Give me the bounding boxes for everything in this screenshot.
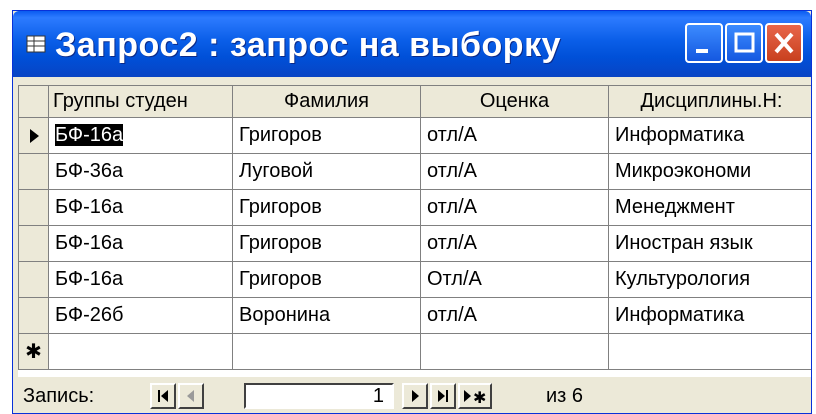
row-selector[interactable] (18, 153, 49, 190)
next-record-button[interactable] (402, 383, 428, 409)
row-selector[interactable] (18, 225, 49, 262)
table-row[interactable]: БФ-16а Григоров отл/А Менеджмент (18, 189, 811, 226)
last-record-button[interactable] (430, 383, 456, 409)
table-row[interactable]: БФ-16а Григоров Отл/А Культурология (18, 261, 811, 298)
prev-record-button (178, 383, 204, 409)
table-row[interactable]: БФ-16а Григоров отл/А Информатика (18, 117, 811, 154)
record-navigation-bar: Запись: 1 ✱ из 6 (18, 381, 811, 411)
table-cell[interactable]: Григоров (232, 225, 421, 262)
table-cell[interactable]: отл/А (420, 117, 609, 154)
window-title: Запрос2 : запрос на выборку (55, 26, 562, 64)
header-row: Группы студен Фамилия Оценка Дисциплины.… (18, 85, 811, 118)
table-cell[interactable]: Воронина (232, 297, 421, 334)
maximize-icon (734, 32, 755, 53)
new-record-button[interactable]: ✱ (458, 383, 492, 409)
minimize-icon (696, 49, 708, 53)
table-cell[interactable]: Отл/А (420, 261, 609, 298)
table-cell[interactable] (48, 333, 233, 370)
cell-text-selected: БФ-16а (55, 124, 124, 146)
table-cell[interactable]: Григоров (232, 189, 421, 226)
table-row[interactable]: БФ-16а Григоров отл/А Иностран язык (18, 225, 811, 262)
table-cell[interactable]: Микроэкономи (608, 153, 811, 190)
table-cell[interactable] (420, 333, 609, 370)
column-header-grade[interactable]: Оценка (420, 85, 609, 118)
table-cell[interactable]: БФ-16а (48, 225, 233, 262)
record-count: из 6 (546, 385, 584, 407)
first-record-icon (158, 390, 168, 402)
record-number-input[interactable]: 1 (244, 383, 394, 409)
table-row[interactable]: БФ-36а Луговой отл/А Микроэкономи (18, 153, 811, 190)
table-cell[interactable]: Иностран язык (608, 225, 811, 262)
title-bar[interactable]: Запрос2 : запрос на выборку (13, 11, 811, 77)
minimize-button[interactable] (685, 23, 723, 63)
new-record-row[interactable]: ✱ (18, 333, 811, 370)
new-row-marker: ✱ (18, 333, 49, 370)
table-cell[interactable]: Григоров (232, 117, 421, 154)
current-record-icon (29, 128, 39, 143)
close-button[interactable] (765, 23, 803, 63)
next-record-icon (412, 390, 419, 402)
table-row[interactable]: БФ-26б Воронина отл/А Информатика (18, 297, 811, 334)
table-cell[interactable]: отл/А (420, 189, 609, 226)
prev-record-icon (187, 390, 194, 402)
table-cell[interactable]: БФ-36а (48, 153, 233, 190)
table-cell[interactable] (608, 333, 811, 370)
table-cell[interactable]: БФ-26б (48, 297, 233, 334)
row-selector[interactable] (18, 261, 49, 298)
table-cell[interactable]: Информатика (608, 297, 811, 334)
query-icon (26, 35, 46, 53)
new-record-icon: ✱ (464, 388, 486, 407)
row-selector[interactable] (18, 117, 49, 154)
table-cell[interactable]: Менеджмент (608, 189, 811, 226)
svg-text:✱: ✱ (473, 388, 486, 407)
query-window: Запрос2 : запрос на выборку Группы студе… (12, 10, 812, 414)
table-cell[interactable]: Культурология (608, 261, 811, 298)
table-cell[interactable]: БФ-16а (48, 117, 233, 154)
table-cell[interactable]: отл/А (420, 153, 609, 190)
column-header-group[interactable]: Группы студен (48, 85, 233, 118)
table-cell[interactable]: БФ-16а (48, 189, 233, 226)
table-cell[interactable]: отл/А (420, 297, 609, 334)
row-selector[interactable] (18, 189, 49, 226)
row-selector[interactable] (18, 297, 49, 334)
select-all-cell[interactable] (18, 85, 49, 118)
table-cell[interactable]: Информатика (608, 117, 811, 154)
table-cell[interactable]: Луговой (232, 153, 421, 190)
maximize-button[interactable] (725, 23, 763, 63)
close-icon (774, 32, 794, 54)
table-cell[interactable]: БФ-16а (48, 261, 233, 298)
first-record-button[interactable] (150, 383, 176, 409)
datasheet-grid: Группы студен Фамилия Оценка Дисциплины.… (18, 85, 811, 377)
table-cell[interactable]: Григоров (232, 261, 421, 298)
record-label: Запись: (23, 385, 95, 407)
table-cell[interactable] (232, 333, 421, 370)
column-header-discipline[interactable]: Дисциплины.Н: (608, 85, 811, 118)
last-record-icon (438, 390, 448, 402)
column-header-surname[interactable]: Фамилия (232, 85, 421, 118)
table-cell[interactable]: отл/А (420, 225, 609, 262)
